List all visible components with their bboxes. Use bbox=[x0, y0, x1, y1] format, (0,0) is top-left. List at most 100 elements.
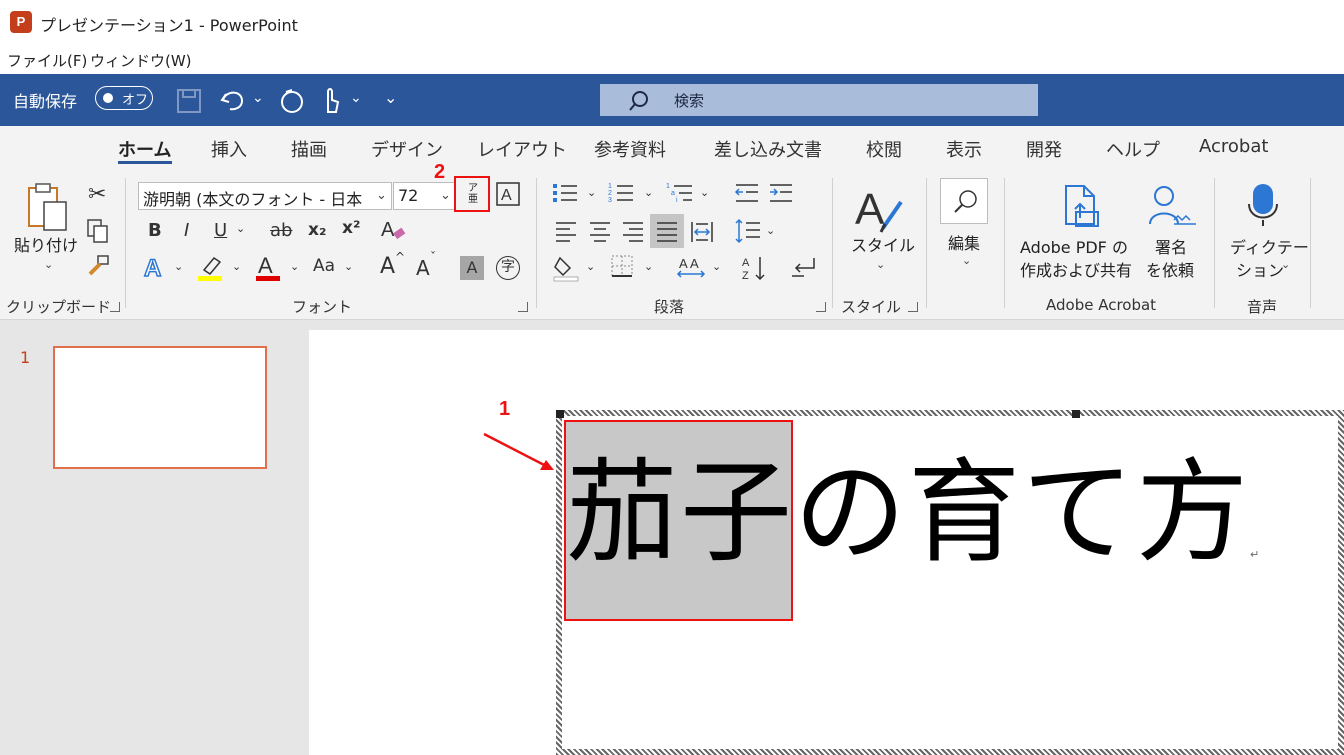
format-painter-icon[interactable] bbox=[86, 254, 110, 278]
multilevel-list-icon[interactable]: 1ai bbox=[666, 182, 694, 204]
styles-launcher-icon[interactable] bbox=[908, 302, 918, 312]
italic-button[interactable]: I bbox=[184, 220, 189, 241]
tab-design[interactable]: デザイン bbox=[371, 136, 443, 162]
increase-indent-icon[interactable] bbox=[768, 182, 794, 204]
borders-dropdown-icon[interactable]: ⌄ bbox=[644, 260, 653, 273]
clipboard-launcher-icon[interactable] bbox=[110, 302, 120, 312]
numbering-icon[interactable]: 123 bbox=[608, 182, 634, 204]
strikethrough-button[interactable]: ab bbox=[270, 220, 292, 241]
request-signature-label-2[interactable]: を依頼 bbox=[1146, 257, 1194, 281]
paste-label[interactable]: 貼り付け bbox=[14, 232, 78, 256]
copy-icon[interactable] bbox=[86, 218, 110, 244]
underline-button[interactable]: U bbox=[214, 220, 227, 241]
tab-help[interactable]: ヘルプ bbox=[1106, 136, 1160, 162]
underline-dropdown-icon[interactable]: ⌄ bbox=[236, 222, 245, 235]
shading-dropdown-icon[interactable]: ⌄ bbox=[586, 260, 595, 273]
tab-home[interactable]: ホーム bbox=[118, 136, 171, 162]
text-effects-dropdown-icon[interactable]: ⌄ bbox=[174, 260, 183, 273]
customize-qat-icon[interactable]: ⌄ bbox=[384, 88, 397, 107]
enclose-characters-button[interactable]: 字 bbox=[496, 256, 520, 280]
dictate-icon[interactable] bbox=[1246, 182, 1280, 228]
dictate-label-2[interactable]: ション bbox=[1236, 257, 1284, 281]
change-case-button[interactable]: Aa bbox=[313, 256, 335, 276]
editing-button[interactable] bbox=[940, 178, 988, 224]
subscript-button[interactable]: x₂ bbox=[308, 220, 326, 240]
asian-layout-icon[interactable] bbox=[790, 256, 818, 280]
font-color-icon[interactable]: A bbox=[254, 252, 282, 282]
highlight-dropdown-icon[interactable]: ⌄ bbox=[232, 260, 241, 273]
font-name-select[interactable]: 游明朝 (本文のフォント - 日本 bbox=[138, 182, 392, 210]
shrink-font-button[interactable]: A bbox=[416, 256, 430, 280]
undo-dropdown-icon[interactable]: ⌄ bbox=[252, 90, 264, 106]
highlight-icon[interactable] bbox=[198, 254, 224, 282]
bold-button[interactable]: B bbox=[148, 220, 162, 241]
resize-handle[interactable] bbox=[556, 410, 564, 418]
font-launcher-icon[interactable] bbox=[518, 302, 528, 312]
bullets-icon[interactable] bbox=[552, 182, 578, 204]
resize-handle[interactable] bbox=[1072, 410, 1080, 418]
tab-developer[interactable]: 開発 bbox=[1026, 136, 1062, 162]
menu-window[interactable]: ウィンドウ(W) bbox=[90, 50, 192, 71]
line-spacing-icon[interactable] bbox=[734, 218, 762, 244]
tab-view[interactable]: 表示 bbox=[946, 136, 982, 162]
save-icon[interactable] bbox=[176, 88, 202, 114]
tab-draw[interactable]: 描画 bbox=[291, 136, 327, 162]
dictate-dropdown-icon[interactable]: ⌄ bbox=[1281, 258, 1290, 271]
change-case-dropdown-icon[interactable]: ⌄ bbox=[344, 260, 353, 273]
clear-formatting-icon[interactable]: A bbox=[380, 216, 408, 244]
borders-icon[interactable] bbox=[610, 254, 634, 278]
character-shading-button[interactable]: A bbox=[460, 256, 484, 280]
align-center-icon[interactable] bbox=[588, 220, 612, 242]
align-left-icon[interactable] bbox=[554, 220, 578, 242]
shading-icon[interactable] bbox=[552, 254, 580, 282]
paste-icon[interactable] bbox=[26, 182, 72, 232]
redo-icon[interactable] bbox=[278, 88, 306, 114]
styles-button-label[interactable]: スタイル bbox=[851, 232, 915, 256]
cut-icon[interactable]: ✂ bbox=[88, 182, 106, 207]
tab-acrobat[interactable]: Acrobat bbox=[1199, 136, 1268, 157]
bullets-dropdown-icon[interactable]: ⌄ bbox=[587, 186, 596, 199]
autosave-toggle[interactable]: オフ bbox=[95, 86, 153, 110]
slide-title-text[interactable]: 茄子の育て方 bbox=[566, 438, 1250, 588]
font-name-dropdown-icon[interactable]: ⌄ bbox=[376, 188, 387, 203]
text-effects-icon[interactable]: A bbox=[142, 254, 168, 280]
create-pdf-icon[interactable] bbox=[1062, 184, 1102, 228]
justify-button[interactable] bbox=[650, 214, 684, 248]
grow-font-button[interactable]: A bbox=[380, 254, 395, 279]
editing-button-label[interactable]: 編集 bbox=[948, 230, 980, 254]
font-size-dropdown-icon[interactable]: ⌄ bbox=[440, 188, 451, 203]
tab-layout[interactable]: レイアウト bbox=[477, 136, 567, 162]
text-direction-dropdown-icon[interactable]: ⌄ bbox=[712, 260, 721, 273]
sort-icon[interactable]: AZ bbox=[740, 254, 770, 282]
character-border-icon[interactable]: A bbox=[496, 182, 520, 206]
tab-insert[interactable]: 挿入 bbox=[211, 136, 247, 162]
create-pdf-label-2[interactable]: 作成および共有 bbox=[1020, 257, 1132, 281]
touch-dropdown-icon[interactable]: ⌄ bbox=[350, 90, 362, 106]
line-spacing-dropdown-icon[interactable]: ⌄ bbox=[766, 224, 775, 237]
styles-dropdown-icon[interactable]: ⌄ bbox=[876, 258, 885, 271]
align-right-icon[interactable] bbox=[621, 220, 645, 242]
paste-dropdown-icon[interactable]: ⌄ bbox=[44, 258, 53, 271]
paragraph-launcher-icon[interactable] bbox=[816, 302, 826, 312]
text-direction-icon[interactable]: AA bbox=[676, 254, 706, 280]
distributed-icon[interactable] bbox=[690, 220, 714, 244]
search-box[interactable]: 検索 bbox=[600, 84, 1038, 116]
editing-dropdown-icon[interactable]: ⌄ bbox=[962, 254, 971, 267]
undo-icon[interactable] bbox=[220, 88, 246, 112]
font-color-dropdown-icon[interactable]: ⌄ bbox=[290, 260, 299, 273]
multilevel-dropdown-icon[interactable]: ⌄ bbox=[700, 186, 709, 199]
slide-thumbnail[interactable] bbox=[53, 346, 267, 469]
tab-review[interactable]: 校閲 bbox=[866, 136, 902, 162]
tab-mailings[interactable]: 差し込み文書 bbox=[714, 136, 822, 162]
numbering-dropdown-icon[interactable]: ⌄ bbox=[644, 186, 653, 199]
styles-icon[interactable]: A bbox=[853, 182, 905, 236]
menu-file[interactable]: ファイル(F) bbox=[7, 50, 87, 71]
dictate-label-1[interactable]: ディクテー bbox=[1230, 234, 1309, 258]
superscript-button[interactable]: x² bbox=[342, 218, 360, 238]
request-signature-icon[interactable] bbox=[1148, 184, 1198, 228]
tab-references[interactable]: 参考資料 bbox=[594, 136, 666, 162]
decrease-indent-icon[interactable] bbox=[734, 182, 760, 204]
create-pdf-label-1[interactable]: Adobe PDF の bbox=[1020, 234, 1128, 258]
request-signature-label-1[interactable]: 署名 bbox=[1155, 234, 1187, 258]
touch-mode-icon[interactable] bbox=[320, 86, 342, 114]
